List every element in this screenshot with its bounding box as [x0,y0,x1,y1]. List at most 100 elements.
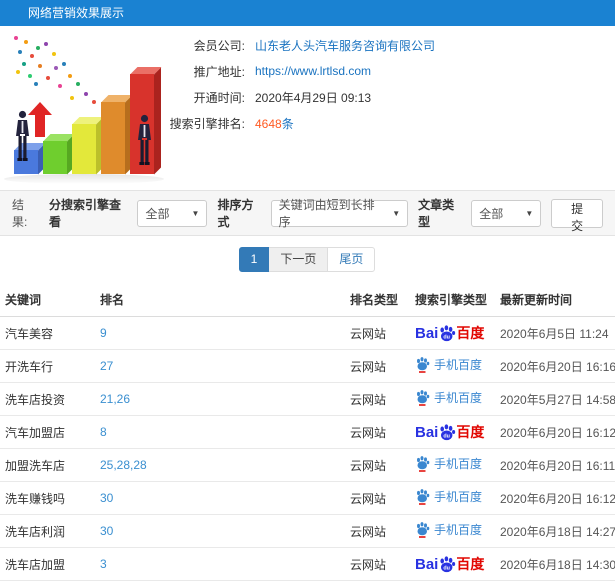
submit-button[interactable]: 提交 [551,198,603,233]
mobile-baidu-label: 手机百度 [434,391,483,405]
filter-groups: 分搜索引擎查看 全部 ▼ 排序方式 关键词由短到长排序 ▼ 文章类型 全部 ▼ [39,196,542,230]
confetti-decoration [14,36,18,40]
engine-cell: 手机百度 [410,514,495,548]
mobile-baidu-logo: 手机百度 [415,455,482,472]
rank-value: 30 [100,491,114,505]
updated-time-cell: 2020年5月27日 14:58 [495,382,615,416]
businessman-left [14,110,31,165]
info-value[interactable]: 山东老人头汽车服务咨询有限公司 [255,37,435,54]
engine-cell: Bai du 百度 [410,547,495,581]
updated-time: 2020年6月18日 14:27 [500,524,615,539]
info-row-3: 搜索引擎排名: 4648条 [60,110,435,136]
page-1-button[interactable]: 1 [238,246,270,272]
filter-label-0: 分搜索引擎查看 [49,198,122,229]
search-engine-rank-count: 4648条 [255,115,294,132]
filter-bar: 结果: 分搜索引擎查看 全部 ▼ 排序方式 关键词由短到长排序 ▼ 文章类型 全部 ▼ 提交 [0,190,615,236]
rank-value: 30 [100,524,114,538]
filter-select-2[interactable]: 全部 ▼ [471,199,542,227]
filter-select-1[interactable]: 关键词由短到长排序 ▼ [270,198,409,229]
rank-value: 8 [100,425,107,439]
updated-time: 2020年6月5日 11:24 [500,326,609,341]
keyword-cell: 汽车美容 [0,316,95,350]
rank-value: 25,28,28 [100,458,147,472]
rank-cell: 3 [95,547,345,581]
keyword-cell: 加盟洗车店 [0,448,95,482]
engine-cell: 手机百度 [410,448,495,482]
updated-time: 2020年6月20日 16:12 [500,491,615,506]
engine-cell: 手机百度 [410,349,495,383]
updated-time: 2020年6月20日 16:11 [500,458,615,473]
table-row: 洗车店利润 30 云网站 手机百度 2020年6月18日 14:27 [0,514,615,548]
updated-time-cell: 2020年6月20日 16:11 [495,448,615,482]
mobile-baidu-label: 手机百度 [434,358,483,372]
rank-cell: 9 [95,316,345,350]
chevron-down-icon: ▼ [525,208,534,218]
rank-cell: 30 [95,481,345,515]
filter-label-2: 文章类型 [418,198,455,229]
mobile-baidu-icon [417,456,430,472]
filter-select-value: 关键词由短到长排序 [278,198,375,229]
updated-time: 2020年6月18日 14:30 [500,557,615,572]
baidu-paw-icon: du [440,556,456,573]
mobile-baidu-label: 手机百度 [434,523,483,537]
rank-type-cell: 云网站 [345,382,410,416]
table-row: 洗车店投资 21,26 云网站 手机百度 2020年5月27日 14:58 [0,382,615,416]
rank-value: 3 [100,557,107,571]
column-header-1: 排名 [95,282,345,317]
mobile-baidu-label: 手机百度 [434,490,483,504]
table-row: 开洗车行 27 云网站 手机百度 2020年6月20日 16:16 [0,349,615,383]
mobile-baidu-logo: 手机百度 [415,356,482,373]
growth-arrow-icon [28,102,52,138]
baidu-latin-text: Bai [415,423,439,441]
table-row: 汽车美容 9 云网站 Bai du 百度 2020年6月5日 11:24 [0,316,615,350]
svg-text:du: du [444,334,451,340]
updated-time-cell: 2020年6月5日 11:24 [495,316,615,350]
filter-select-0[interactable]: 全部 ▼ [137,199,208,227]
result-label: 结果: [12,198,28,229]
last-page-button[interactable]: 尾页 [327,246,376,272]
info-section: 会员公司: 山东老人头汽车服务咨询有限公司 推广地址: https://www.lrt… [0,26,615,190]
rank-cell: 8 [95,415,345,449]
column-header-0: 关键词 [0,282,95,317]
rank-value: 9 [100,326,107,340]
keyword-cell: 洗车店投资 [0,382,95,416]
table-row: 汽车加盟店 8 云网站 Bai du 百度 2020年6月20日 16:12 [0,415,615,449]
engine-cell: 手机百度 [410,481,495,515]
keyword-cell: 汽车加盟店 [0,415,95,449]
floor-shadow [4,174,164,184]
chevron-down-icon: ▼ [392,208,401,218]
info-label: 开通时间: [193,90,245,105]
filter-select-value: 全部 [479,206,504,221]
baidu-logo: Bai du 百度 [415,554,484,574]
baidu-logo: Bai du 百度 [415,323,484,343]
baidu-latin-text: Bai [415,555,439,573]
filter-label-1: 排序方式 [217,198,254,229]
filter-select-value: 全部 [145,206,170,221]
next-page-button[interactable]: 下一页 [268,246,329,272]
baidu-cn-text: 百度 [456,325,485,341]
rank-type-cell: 云网站 [345,481,410,515]
rank-count-number: 4648 [255,116,282,131]
info-row-2: 开通时间: 2020年4月29日 09:13 [60,84,435,110]
info-row-1: 推广地址: https://www.lrtlsd.com [60,58,435,84]
rank-cell: 25,28,28 [95,448,345,482]
baidu-cn-text: 百度 [456,556,485,572]
updated-time-cell: 2020年6月18日 14:30 [495,547,615,581]
ranking-table: 关键词 排名 排名类型 搜索引擎类型 最新更新时间 汽车美容 9 云网站 Bai du 百度 2… [0,282,615,581]
engine-cell: 手机百度 [410,382,495,416]
table-header-row: 关键词 排名 排名类型 搜索引擎类型 最新更新时间 [0,282,615,317]
rank-cell: 30 [95,514,345,548]
mobile-baidu-label: 手机百度 [434,457,483,471]
info-label: 搜索引擎排名: [169,116,245,131]
updated-time: 2020年6月20日 16:16 [500,359,615,374]
info-value[interactable]: https://www.lrtlsd.com [255,64,371,78]
rank-value: 27 [100,359,114,373]
app-header: 网络营销效果展示 [0,0,615,26]
businessman-figure [16,110,29,161]
baidu-paw-icon: du [440,325,456,342]
rank-cell: 21,26 [95,382,345,416]
keyword-cell: 洗车店利润 [0,514,95,548]
rank-type-cell: 云网站 [345,448,410,482]
svg-text:du: du [444,565,451,571]
svg-text:du: du [444,433,451,439]
